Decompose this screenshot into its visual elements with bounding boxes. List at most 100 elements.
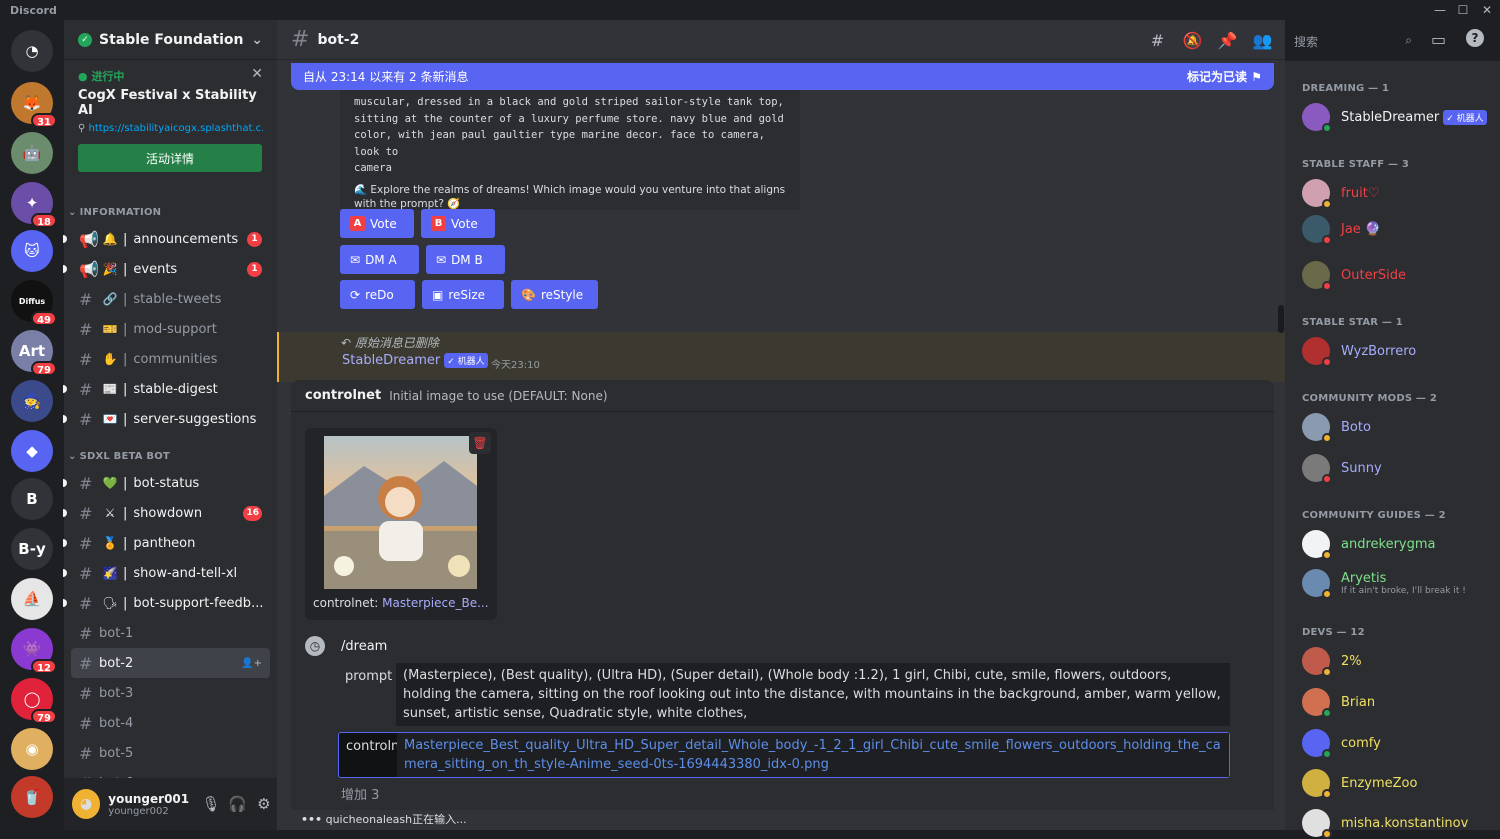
channel-name: bot-5: [99, 745, 134, 761]
server-ring[interactable]: ◯ 79: [11, 678, 57, 724]
server-fox[interactable]: 🦊 31: [11, 82, 57, 128]
server-diffus[interactable]: Diffus 49: [11, 280, 57, 326]
trash-icon[interactable]: 🗑: [469, 432, 491, 454]
status-indicator: [1322, 199, 1332, 209]
prompt-option[interactable]: prompt (Masterpiece), (Best quality), (U…: [338, 663, 1230, 726]
help-icon[interactable]: ?: [1466, 29, 1484, 47]
channel-bot-1[interactable]: # bot-1: [71, 618, 270, 648]
server-by[interactable]: B-y: [11, 528, 53, 570]
channel-mod-support[interactable]: # 🎫 | mod-support: [71, 314, 270, 344]
mark-as-read-button[interactable]: 标记为已读 ⚑: [1187, 68, 1262, 85]
member-name: misha.konstantinov: [1341, 815, 1469, 831]
member-item[interactable]: Sunny: [1302, 454, 1382, 484]
inbox-icon[interactable]: ▭: [1431, 30, 1446, 49]
member-group-header: DEVS — 12: [1302, 627, 1365, 638]
member-item[interactable]: Jae 🔮: [1302, 215, 1381, 245]
server-robot[interactable]: 🤖: [11, 132, 53, 174]
uploaded-image[interactable]: [324, 436, 477, 589]
channel-bot-2[interactable]: # bot-2 👤+: [71, 648, 270, 678]
threads-icon[interactable]: #: [1140, 31, 1175, 50]
member-item[interactable]: OuterSide: [1302, 261, 1406, 291]
member-item[interactable]: Boto: [1302, 413, 1371, 443]
channel-stable-tweets[interactable]: # 🔗 | stable-tweets: [71, 284, 270, 314]
vote-b-button[interactable]: B Vote: [421, 209, 495, 238]
channel-pantheon[interactable]: # 🏅 | pantheon: [63, 528, 270, 558]
vote-a-button[interactable]: A Vote: [340, 209, 414, 238]
member-group-header: STABLE STAR — 1: [1302, 317, 1403, 328]
channel-communities[interactable]: # ✋ | communities: [71, 344, 270, 374]
member-name: comfy: [1341, 735, 1381, 751]
mute-icon[interactable]: 🔕: [1175, 31, 1210, 50]
server-drink[interactable]: 🥤: [11, 776, 53, 818]
channel-showdown[interactable]: # ⚔ | showdown 16: [63, 498, 270, 528]
channel-show-and-tell-xl[interactable]: # 🌠 | show-and-tell-xl: [63, 558, 270, 588]
headphones-icon[interactable]: 🎧: [224, 795, 250, 813]
members-icon[interactable]: 👥: [1245, 31, 1280, 50]
controlnet-value[interactable]: Masterpiece_Best_quality_Ultra_HD_Super_…: [397, 733, 1229, 777]
member-item[interactable]: misha.konstantinov: [1302, 809, 1469, 839]
username: younger001: [108, 791, 190, 806]
member-name: EnzymeZoo: [1341, 775, 1418, 791]
member-item[interactable]: Aryetis If it ain't broke, I'll break it …: [1302, 569, 1466, 599]
member-item[interactable]: fruit♡: [1302, 179, 1380, 209]
gear-icon[interactable]: ⚙: [251, 795, 277, 813]
category-sdxl-beta-bot[interactable]: ⌄ SDXL BETA BOT: [64, 444, 277, 468]
controlnet-option[interactable]: controlnet Masterpiece_Best_quality_Ultr…: [338, 732, 1230, 778]
avatar: [1302, 179, 1332, 209]
search-input[interactable]: 搜索 ⌕: [1288, 30, 1418, 52]
member-item[interactable]: EnzymeZoo: [1302, 769, 1418, 799]
close-window-button[interactable]: ✕: [1474, 0, 1500, 20]
channel-bot-status[interactable]: # 💚 | bot-status: [63, 468, 270, 498]
channel-bot-5[interactable]: # bot-5: [71, 738, 270, 768]
prompt-value[interactable]: (Masterpiece), (Best quality), (Ultra HD…: [396, 663, 1230, 726]
member-item[interactable]: andrekerygma: [1302, 530, 1436, 560]
server-coin[interactable]: ◉: [11, 728, 53, 770]
avatar[interactable]: ◕: [72, 789, 101, 819]
hash-icon: #: [79, 623, 93, 643]
redo-button[interactable]: ⟳ reDo: [340, 280, 415, 309]
channel-bot-3[interactable]: # bot-3: [71, 678, 270, 708]
close-icon[interactable]: ✕: [251, 66, 263, 82]
restyle-button[interactable]: 🎨 reStyle: [511, 280, 598, 309]
maximize-button[interactable]: ☐: [1450, 0, 1476, 20]
dm-b-button[interactable]: ✉ DM B: [426, 245, 505, 274]
event-link[interactable]: ⚲ https://stabilityaicogx.splashthat.c..…: [78, 123, 263, 134]
dm-a-button[interactable]: ✉ DM A: [340, 245, 419, 274]
pin-icon[interactable]: 📌: [1210, 31, 1245, 50]
channel-events[interactable]: 📢 🎉 | events 1: [63, 254, 270, 284]
server-stable[interactable]: ✦ 18: [11, 182, 57, 228]
guild-header[interactable]: ✓ Stable Foundation ⌄: [64, 20, 277, 60]
member-item[interactable]: Brian: [1302, 688, 1375, 718]
server-gem[interactable]: ◆: [11, 430, 53, 472]
new-messages-banner[interactable]: 自从 23:14 以来有 2 条新消息 标记为已读 ⚑: [291, 63, 1274, 90]
author-name[interactable]: StableDreamer ✓ 机器人: [342, 353, 488, 368]
channel-server-suggestions[interactable]: # 💌 | server-suggestions: [63, 404, 270, 434]
server-wizard[interactable]: 🧙: [11, 380, 53, 422]
member-group-header: DREAMING — 1: [1302, 83, 1390, 94]
member-item[interactable]: WyzBorrero: [1302, 337, 1416, 367]
discord-home[interactable]: ◔: [11, 30, 53, 72]
channel-stable-digest[interactable]: # 📰 | stable-digest: [63, 374, 270, 404]
server-ghost[interactable]: 👾 12: [11, 628, 57, 674]
channel-announcements[interactable]: 📢 🔔 | announcements 1: [63, 224, 270, 254]
server-cat[interactable]: 🐱: [11, 230, 53, 272]
scrollbar[interactable]: [1278, 305, 1284, 333]
server-boat[interactable]: ⛵: [11, 578, 53, 620]
message-time: 今天23:10: [491, 360, 540, 371]
image-icon: ▣: [432, 287, 444, 302]
server-b[interactable]: B: [11, 478, 53, 520]
member-item[interactable]: StableDreamer ✓ 机器人: [1302, 103, 1487, 133]
resize-button[interactable]: ▣ reSize: [422, 280, 504, 309]
channel-name: mod-support: [133, 321, 217, 337]
channel-bot-support-feedb-[interactable]: # 🗣 | bot-support-feedb...: [63, 588, 270, 618]
explore-text: 🌊 Explore the realms of dreams! Which im…: [354, 183, 786, 210]
add-more-options[interactable]: 增加 3: [341, 784, 379, 803]
microphone-icon[interactable]: 🎙: [198, 795, 224, 813]
channel-bot-4[interactable]: # bot-4: [71, 708, 270, 738]
member-item[interactable]: 2%: [1302, 647, 1362, 677]
member-item[interactable]: comfy: [1302, 729, 1381, 759]
server-art[interactable]: Art 79: [11, 330, 57, 376]
hash-icon: #: [79, 533, 93, 553]
category-information[interactable]: ⌄ INFORMATION: [64, 200, 277, 224]
event-details-button[interactable]: 活动详情: [78, 144, 262, 172]
